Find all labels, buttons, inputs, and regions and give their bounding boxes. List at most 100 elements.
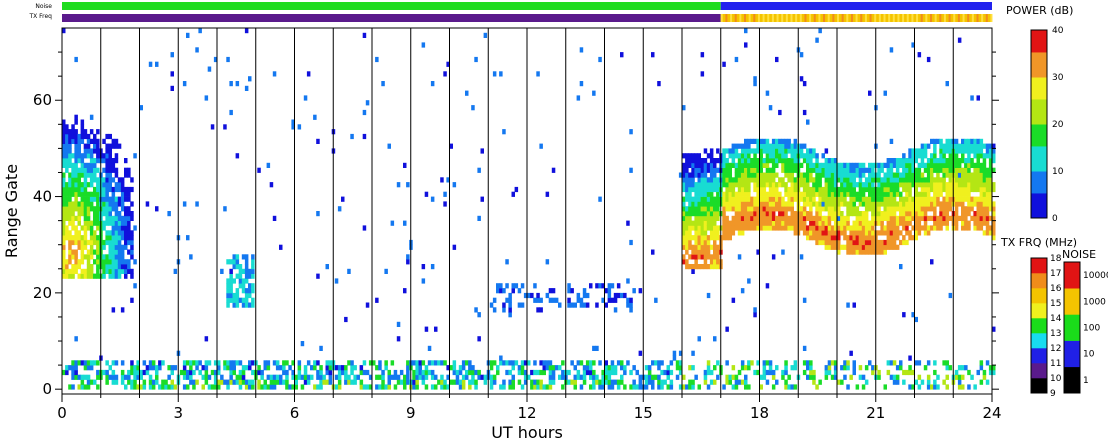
heat-cell [700,71,705,77]
heat-cell [889,225,894,231]
heat-cell [787,196,791,202]
heat-cell [926,201,931,207]
heat-cell [933,158,937,164]
heat-cell [725,196,729,202]
heat-cell [86,220,91,226]
heat-cell [241,254,246,260]
heat-cell [375,384,379,390]
heat-cell [917,162,922,168]
heat-cell [815,172,819,178]
heat-cell [551,369,556,376]
heat-cell [65,264,69,270]
heat-cell [747,172,751,178]
status-strips: Noise TX Freq [28,2,993,22]
heat-cell [232,379,236,385]
heat-cell [102,259,106,265]
heat-cell [585,365,590,371]
heat-cell [387,143,391,149]
heat-cell [89,360,94,366]
heat-cell [908,186,912,193]
heat-cell [939,162,943,168]
heat-cell [740,288,745,294]
heat-cell [210,124,215,130]
heat-cell [306,71,311,77]
heat-cell [282,369,286,376]
heat-cell [957,37,962,43]
heat-cell [939,182,943,188]
txfreq-tick-label: 11 [1050,359,1061,369]
heat-cell [765,215,770,221]
heat-cell [682,162,686,168]
heat-cell [744,148,748,154]
heat-cell [768,201,773,207]
heat-cell [964,191,968,197]
heat-cell [734,143,739,149]
heat-cell [120,259,125,265]
heat-cell [517,379,522,385]
heat-cell [846,302,850,308]
txfreq-strip-tick [962,14,965,22]
heat-cell [86,239,91,246]
heat-cell [229,292,233,299]
colorbar-swatch [1031,258,1047,274]
heat-cell [750,158,754,164]
heat-cell [926,191,931,197]
heat-cell [858,186,863,193]
txfreq-strip-tick [790,14,793,22]
heat-cell [781,249,785,255]
heat-cell [697,172,701,178]
heat-cell [892,191,897,197]
heat-cell [89,167,94,173]
heat-cell [728,235,732,241]
heat-cell [731,374,736,380]
heat-cell [979,172,984,178]
heat-cell [840,201,844,207]
heat-cell [235,379,240,385]
heat-cell [914,206,918,212]
heat-cell [926,206,931,212]
heat-cell [765,369,770,376]
heat-cell [846,206,850,212]
heat-cell [815,158,819,164]
heat-cell [917,167,922,173]
heat-cell [852,196,856,202]
heat-cell [238,297,243,303]
heat-cell [762,374,767,380]
heat-cell [204,379,209,385]
heat-cell [883,215,887,221]
heat-cell [961,206,965,212]
heat-cell [310,365,314,371]
heat-cell [855,239,860,246]
heat-cell [694,153,698,159]
heat-cell [604,379,608,385]
heat-cell [976,220,980,226]
heat-cell [241,288,246,294]
heat-cell [375,365,379,371]
heat-cell [855,206,860,212]
heat-cell [740,230,745,236]
heat-cell [908,158,912,164]
heat-cell [235,360,240,366]
colorbar-swatch [1031,36,1047,40]
heat-cell [864,220,869,226]
heat-cell [647,379,652,385]
heat-cell [244,254,249,260]
heat-cell [731,177,736,183]
heat-cell [682,259,686,265]
heat-cell [809,365,813,371]
heat-cell [747,206,751,212]
heat-cell [961,365,965,371]
colorbar-swatch [1031,180,1047,185]
heat-cell [248,384,252,390]
colorbar-swatch [1031,95,1047,100]
heat-cell [964,167,968,173]
heat-cell [914,182,918,188]
heat-cell [685,235,689,241]
heat-cell [899,196,903,202]
heat-cell [102,201,106,207]
heat-cell [111,273,116,279]
heat-cell [89,220,94,226]
heat-cell [725,235,729,241]
heat-cell [905,172,909,178]
heat-cell [753,215,757,221]
